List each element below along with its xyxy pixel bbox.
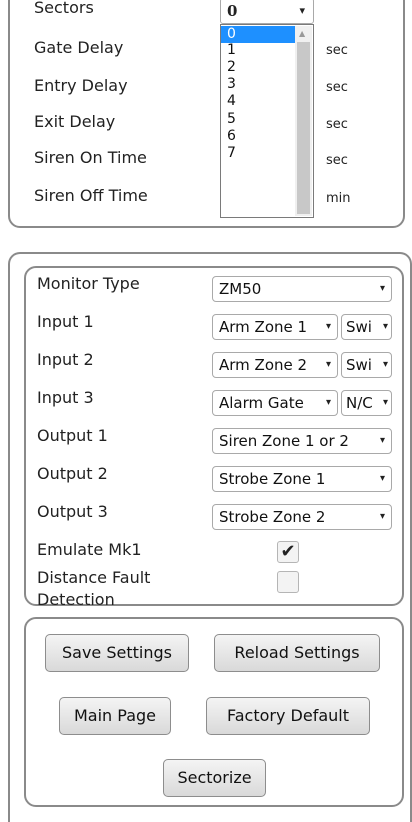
monitor-type-select[interactable]: ZM50 ▾ bbox=[212, 276, 392, 302]
sector-option[interactable]: 6 bbox=[221, 128, 295, 145]
chevron-down-icon: ▾ bbox=[325, 397, 331, 408]
exit-delay-unit: sec bbox=[326, 117, 348, 132]
input1-select[interactable]: Arm Zone 1 ▾ bbox=[212, 314, 338, 340]
output3-value: Strobe Zone 2 bbox=[219, 508, 326, 526]
sectorize-button[interactable]: Sectorize bbox=[163, 759, 266, 797]
output1-value: Siren Zone 1 or 2 bbox=[219, 432, 349, 450]
siren-off-time-unit: min bbox=[326, 191, 351, 206]
entry-delay-unit: sec bbox=[326, 80, 348, 95]
sector-option[interactable]: 1 bbox=[221, 42, 295, 59]
monitor-type-value: ZM50 bbox=[219, 280, 262, 298]
distance-fault-checkbox[interactable] bbox=[277, 571, 299, 593]
main-page-button[interactable]: Main Page bbox=[59, 697, 171, 735]
dropdown-scrollbar[interactable]: ▲ bbox=[295, 26, 312, 216]
monitor-panel: Monitor Type ZM50 ▾ Input 1 Arm Zone 1 ▾… bbox=[24, 266, 404, 609]
chevron-down-icon: ▾ bbox=[382, 359, 388, 370]
sector-option[interactable]: 0 bbox=[221, 26, 295, 43]
sectors-selected-value: 0 bbox=[227, 2, 238, 20]
actions-panel: Save Settings Reload Settings Main Page … bbox=[24, 617, 404, 807]
input2-value: Arm Zone 2 bbox=[219, 356, 308, 374]
input1-mode-select[interactable]: Swi ▾ bbox=[341, 314, 392, 340]
distance-fault-label-line2: Detection bbox=[37, 590, 115, 609]
input3-value: Alarm Gate bbox=[219, 394, 304, 412]
input2-mode-value: Swi bbox=[346, 356, 372, 374]
factory-default-button[interactable]: Factory Default bbox=[206, 697, 370, 735]
emulate-mk1-label: Emulate Mk1 bbox=[37, 540, 142, 559]
output1-label: Output 1 bbox=[37, 426, 108, 445]
input1-mode-value: Swi bbox=[346, 318, 372, 336]
output2-value: Strobe Zone 1 bbox=[219, 470, 326, 488]
output1-select[interactable]: Siren Zone 1 or 2 ▾ bbox=[212, 428, 392, 454]
sectors-dropdown-list[interactable]: 0 1 2 3 4 5 6 7 ▲ bbox=[220, 24, 314, 218]
exit-delay-label: Exit Delay bbox=[34, 112, 116, 131]
gate-delay-unit: sec bbox=[326, 43, 348, 58]
input1-label: Input 1 bbox=[37, 312, 94, 331]
input2-label: Input 2 bbox=[37, 350, 94, 369]
sector-option[interactable]: 5 bbox=[221, 111, 295, 128]
sector-option[interactable]: 4 bbox=[221, 93, 295, 110]
chevron-down-icon: ▾ bbox=[382, 321, 388, 332]
timing-panel: Sectors Gate Delay Entry Delay Exit Dela… bbox=[8, 0, 405, 228]
chevron-down-icon: ▾ bbox=[299, 4, 305, 17]
output3-select[interactable]: Strobe Zone 2 ▾ bbox=[212, 504, 392, 530]
input1-value: Arm Zone 1 bbox=[219, 318, 308, 336]
input2-mode-select[interactable]: Swi ▾ bbox=[341, 352, 392, 378]
input3-select[interactable]: Alarm Gate ▾ bbox=[212, 390, 338, 416]
scrollbar-thumb[interactable] bbox=[297, 42, 310, 214]
siren-on-time-label: Siren On Time bbox=[34, 148, 147, 167]
sector-option[interactable]: 2 bbox=[221, 59, 295, 76]
output2-label: Output 2 bbox=[37, 464, 108, 483]
monitor-type-label: Monitor Type bbox=[37, 274, 140, 293]
sectors-select[interactable]: 0 ▾ bbox=[220, 0, 314, 24]
checkmark-icon: ✔ bbox=[280, 541, 296, 562]
distance-fault-label: Distance Fault bbox=[37, 568, 151, 587]
input3-mode-select[interactable]: N/C ▾ bbox=[341, 390, 392, 416]
sectors-label: Sectors bbox=[34, 0, 94, 17]
input3-mode-value: N/C bbox=[346, 394, 373, 412]
scroll-up-icon[interactable]: ▲ bbox=[299, 29, 305, 38]
emulate-mk1-checkbox[interactable]: ✔ bbox=[277, 541, 299, 563]
chevron-down-icon: ▾ bbox=[382, 397, 388, 408]
chevron-down-icon: ▾ bbox=[379, 435, 385, 446]
input3-label: Input 3 bbox=[37, 388, 94, 407]
siren-on-time-unit: sec bbox=[326, 153, 348, 168]
input2-select[interactable]: Arm Zone 2 ▾ bbox=[212, 352, 338, 378]
chevron-down-icon: ▾ bbox=[325, 359, 331, 370]
entry-delay-label: Entry Delay bbox=[34, 76, 128, 95]
siren-off-time-label: Siren Off Time bbox=[34, 186, 148, 205]
save-settings-button[interactable]: Save Settings bbox=[45, 634, 189, 672]
output2-select[interactable]: Strobe Zone 1 ▾ bbox=[212, 466, 392, 492]
output3-label: Output 3 bbox=[37, 502, 108, 521]
sector-option[interactable]: 3 bbox=[221, 76, 295, 93]
chevron-down-icon: ▾ bbox=[379, 511, 385, 522]
sector-option[interactable]: 7 bbox=[221, 145, 295, 162]
reload-settings-button[interactable]: Reload Settings bbox=[214, 634, 380, 672]
chevron-down-icon: ▾ bbox=[325, 321, 331, 332]
chevron-down-icon: ▾ bbox=[379, 283, 385, 294]
gate-delay-label: Gate Delay bbox=[34, 38, 124, 57]
chevron-down-icon: ▾ bbox=[379, 473, 385, 484]
